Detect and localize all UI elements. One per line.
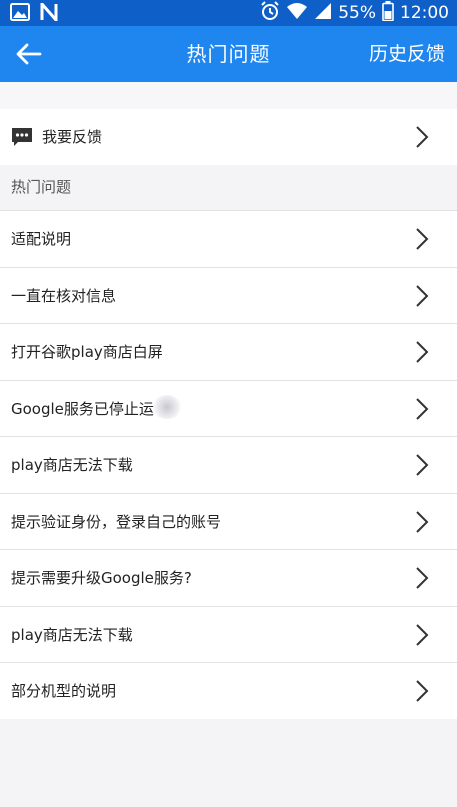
list-item[interactable]: Google服务已停止运 (0, 379, 457, 437)
chat-bubble-icon (11, 127, 33, 151)
chevron-right-icon (415, 397, 429, 421)
status-bar: 55% 12:00 (0, 0, 457, 26)
chevron-right-icon (415, 623, 429, 647)
chevron-right-icon (415, 510, 429, 534)
blur-mark (152, 394, 182, 419)
list-item[interactable]: play商店无法下载 (0, 605, 457, 663)
wifi-icon (286, 2, 308, 25)
chevron-right-icon (415, 566, 429, 590)
list-item-label: Google服务已停止运 (11, 399, 154, 418)
list-item[interactable]: 提示验证身份，登录自己的账号 (0, 492, 457, 550)
list-item-label: 提示验证身份，登录自己的账号 (11, 512, 222, 531)
chevron-right-icon (415, 679, 429, 703)
list-item[interactable]: 适配说明 (0, 210, 457, 267)
faq-list: 适配说明 一直在核对信息 打开谷歌play商店白屏 Google服务已停止运 p… (0, 210, 457, 719)
list-item-label: play商店无法下载 (11, 456, 133, 474)
top-spacer (0, 82, 457, 109)
section-title: 热门问题 (11, 178, 72, 196)
battery-percent: 55% (338, 3, 376, 23)
section-header: 热门问题 (0, 165, 457, 210)
battery-icon (382, 0, 394, 26)
list-item[interactable]: 打开谷歌play商店白屏 (0, 323, 457, 380)
n-logo-icon (40, 0, 58, 25)
signal-icon (314, 2, 332, 25)
feedback-label: 我要反馈 (42, 128, 103, 146)
alarm-icon (260, 0, 280, 26)
history-feedback-button[interactable]: 历史反馈 (369, 26, 445, 82)
chevron-right-icon (415, 453, 429, 477)
list-item-label: 适配说明 (11, 230, 72, 248)
list-item[interactable]: 一直在核对信息 (0, 266, 457, 324)
list-item-label: 打开谷歌play商店白屏 (11, 343, 163, 361)
list-item[interactable]: 提示需要升级Google服务? (0, 549, 457, 606)
list-item[interactable]: 部分机型的说明 (0, 662, 457, 719)
list-item-label: play商店无法下载 (11, 625, 133, 644)
list-item[interactable]: play商店无法下载 (0, 436, 457, 493)
chevron-right-icon (415, 284, 429, 308)
chevron-right-icon (415, 227, 429, 251)
list-item-label: 一直在核对信息 (11, 286, 117, 305)
list-item-label: 部分机型的说明 (11, 682, 117, 700)
chevron-right-icon (415, 340, 429, 364)
app-bar: 热门问题 历史反馈 (0, 26, 457, 82)
clock: 12:00 (400, 3, 449, 23)
chevron-right-icon (415, 125, 429, 149)
list-item-label: 提示需要升级Google服务? (11, 569, 192, 587)
image-icon (10, 3, 30, 25)
feedback-row[interactable]: 我要反馈 (0, 109, 457, 165)
